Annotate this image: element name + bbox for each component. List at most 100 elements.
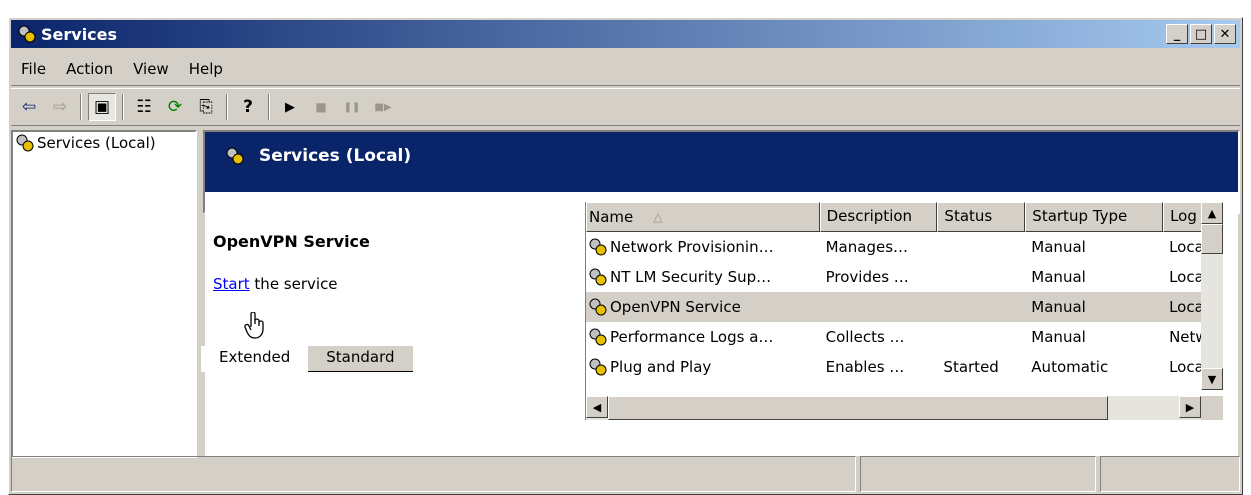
stop-service-button[interactable]: ■	[307, 93, 335, 121]
service-startup-type: Automatic	[1031, 358, 1109, 376]
services-window: Services _ □ ✕ File Action View Help ⇦ ⇨…	[8, 17, 1243, 495]
scroll-up-button[interactable]: ▲	[1201, 202, 1223, 224]
show-hide-console-tree-button[interactable]: ▣	[88, 93, 116, 121]
banner-title: Services (Local)	[259, 146, 412, 166]
minimize-button[interactable]: _	[1166, 24, 1188, 44]
menu-action[interactable]: Action	[56, 60, 123, 78]
service-name: Network Provisionin…	[610, 238, 774, 256]
service-description-panel: OpenVPN Service Start the service	[205, 214, 575, 339]
toolbar-separator	[226, 94, 228, 120]
service-status: Started	[943, 358, 999, 376]
table-row[interactable]: NT LM Security Sup… Provides … Manual Lo…	[586, 262, 1223, 292]
close-button[interactable]: ✕	[1214, 24, 1236, 44]
scroll-right-button[interactable]: ▶	[1179, 396, 1201, 418]
refresh-icon: ⟳	[167, 97, 183, 117]
horizontal-scroll-thumb[interactable]	[608, 396, 1108, 420]
status-pane-2	[860, 456, 1096, 492]
service-name: OpenVPN Service	[610, 298, 741, 316]
export-list-button[interactable]: ⎘	[192, 93, 220, 121]
pause-service-button[interactable]: ❚❚	[338, 93, 366, 121]
service-action: Start the service	[213, 275, 575, 293]
toolbar-separator	[80, 94, 82, 120]
scroll-left-button[interactable]: ◀	[586, 396, 608, 418]
scroll-down-button[interactable]: ▼	[1201, 368, 1223, 390]
tree-node-services-local[interactable]: Services (Local)	[15, 134, 193, 152]
table-row[interactable]: Performance Logs a… Collects … Manual Ne…	[586, 322, 1223, 352]
view-tabs: Extended Standard	[201, 346, 413, 376]
start-service-icon: ▶	[285, 99, 295, 115]
horizontal-scrollbar[interactable]: ◀ ▶	[586, 396, 1201, 420]
table-row[interactable]: Plug and Play Enables … Started Automati…	[586, 352, 1223, 382]
services-gear-icon	[17, 24, 37, 44]
stop-service-icon: ■	[315, 100, 327, 114]
forward-icon: ⇨	[52, 97, 68, 117]
properties-icon: ☷	[136, 97, 152, 117]
column-header-description[interactable]: Description	[819, 202, 938, 232]
menu-view[interactable]: View	[123, 60, 179, 78]
start-service-button[interactable]: ▶	[276, 93, 304, 121]
toolbar-separator	[268, 94, 270, 120]
tab-standard[interactable]: Standard	[308, 346, 413, 372]
service-startup-type: Manual	[1031, 328, 1086, 346]
menu-file[interactable]: File	[11, 60, 56, 78]
sort-ascending-icon: △	[653, 210, 663, 224]
selected-service-name: OpenVPN Service	[213, 232, 370, 251]
show-hide-console-tree-icon: ▣	[93, 97, 111, 117]
menu-help[interactable]: Help	[179, 60, 233, 78]
arrow-right-icon: ▶	[1185, 400, 1195, 414]
back-button[interactable]: ⇦	[15, 93, 43, 121]
service-gear-icon	[588, 328, 608, 346]
restart-service-icon: ■▶	[374, 101, 392, 113]
toolbar: ⇦ ⇨ ▣ ☷ ⟳ ⎘ ? ▶ ■ ❚❚ ■▶	[11, 88, 1240, 126]
services-gear-icon	[225, 147, 245, 165]
refresh-button[interactable]: ⟳	[161, 93, 189, 121]
column-header-name[interactable]: Name △	[586, 202, 820, 232]
service-description: Manages…	[825, 238, 909, 256]
details-pane: Services (Local) OpenVPN Service Start t…	[203, 130, 1240, 458]
service-startup-type: Manual	[1031, 268, 1086, 286]
back-icon: ⇦	[21, 97, 37, 117]
tab-extended[interactable]: Extended	[201, 346, 309, 372]
service-gear-icon	[588, 358, 608, 376]
list-header: Name △ Description Status Startup Type Lo…	[586, 202, 1223, 232]
service-startup-type: Manual	[1031, 238, 1086, 256]
status-pane-main	[11, 456, 856, 492]
table-row[interactable]: Network Provisionin… Manages… Manual Loc…	[586, 232, 1223, 262]
vertical-scroll-thumb[interactable]	[1201, 224, 1223, 254]
arrow-left-icon: ◀	[592, 400, 602, 414]
column-header-startup-type[interactable]: Startup Type	[1025, 202, 1164, 232]
tree-node-label: Services (Local)	[37, 134, 156, 152]
service-name: Plug and Play	[610, 358, 712, 376]
service-description: Enables …	[825, 358, 905, 376]
help-icon: ?	[243, 97, 253, 117]
status-pane-3	[1100, 456, 1240, 492]
console-tree: Services (Local)	[11, 130, 197, 458]
service-gear-icon	[588, 238, 608, 256]
services-list: Name △ Description Status Startup Type Lo…	[585, 202, 1223, 420]
restart-service-button[interactable]: ■▶	[369, 93, 397, 121]
service-gear-icon	[588, 268, 608, 286]
arrow-down-icon: ▼	[1207, 372, 1217, 386]
help-button[interactable]: ?	[234, 93, 262, 121]
start-service-link[interactable]: Start	[213, 275, 250, 293]
service-description: Collects …	[825, 328, 905, 346]
maximize-button[interactable]: □	[1190, 24, 1212, 44]
table-row-selected[interactable]: OpenVPN Service Manual Local	[586, 292, 1223, 322]
hand-cursor-icon	[243, 311, 267, 344]
column-name-label: Name	[589, 208, 634, 226]
forward-button[interactable]: ⇨	[46, 93, 74, 121]
pause-service-icon: ❚❚	[343, 101, 361, 113]
title-bar[interactable]: Services _ □ ✕	[11, 20, 1240, 48]
vertical-scrollbar[interactable]: ▲ ▼	[1201, 202, 1223, 390]
scrollbar-corner	[1201, 396, 1223, 420]
extended-view: OpenVPN Service Start the service Name △ …	[205, 192, 1238, 456]
column-header-status[interactable]: Status	[937, 202, 1026, 232]
main-area: Services (Local) Services (Local) OpenVP…	[11, 130, 1240, 458]
service-gear-icon	[588, 298, 608, 316]
arrow-up-icon: ▲	[1207, 206, 1217, 220]
menu-bar: File Action View Help	[11, 52, 1240, 86]
window-title: Services	[41, 24, 118, 44]
status-bar	[11, 456, 1240, 492]
properties-button[interactable]: ☷	[130, 93, 158, 121]
toolbar-separator	[122, 94, 124, 120]
